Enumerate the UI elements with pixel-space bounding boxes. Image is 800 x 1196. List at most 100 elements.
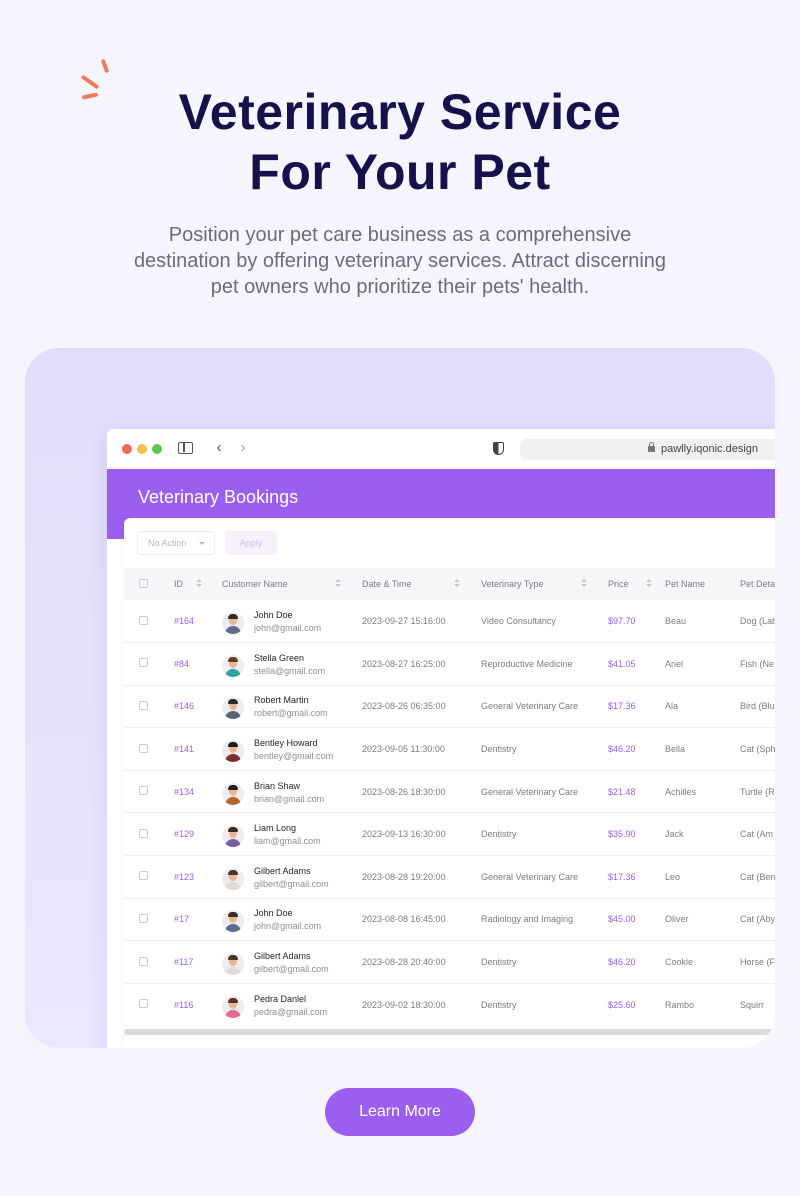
booking-id[interactable]: #141 xyxy=(174,727,222,771)
column-header-price[interactable]: Price xyxy=(608,568,665,600)
row-checkbox[interactable] xyxy=(139,615,148,625)
row-checkbox[interactable] xyxy=(139,658,148,668)
customer-cell: Gilbert Adams gilbert@gmail.com xyxy=(222,940,362,984)
booking-datetime: 2023-08-27 16:25:00 xyxy=(362,642,481,686)
learn-more-button[interactable]: Learn More xyxy=(325,1088,475,1136)
customer-email: robert@gmail.com xyxy=(254,708,328,719)
row-select-cell xyxy=(124,855,174,899)
row-checkbox[interactable] xyxy=(139,743,148,753)
pet-name: Jack xyxy=(665,812,740,857)
customer-name: Bentley Howard xyxy=(254,738,318,749)
avatar xyxy=(222,825,244,848)
hero-description: Position your pet care business as a com… xyxy=(133,224,667,298)
bulk-action-select[interactable]: No Action xyxy=(137,531,215,555)
column-header-id[interactable]: ID xyxy=(174,568,222,600)
pet-detail: Cat (Am xyxy=(740,812,775,857)
customer-email: pedra@gmail.com xyxy=(254,1006,328,1017)
table-row[interactable]: #84 Stella Green stella@gmail.com 2023-08-2… xyxy=(124,642,775,686)
table-row[interactable]: #134 Brian Shaw brian@gmail.com 2023-08-26 … xyxy=(124,770,775,814)
row-checkbox[interactable] xyxy=(139,871,148,881)
booking-id[interactable]: #116 xyxy=(174,983,222,1027)
forward-arrow-icon[interactable]: › xyxy=(234,439,252,457)
booking-datetime: 2023-09-05 11:30:00 xyxy=(362,727,481,771)
avatar xyxy=(222,782,244,805)
table-row[interactable]: #141 Bentley Howard bentley@gmail.com 2023-… xyxy=(124,727,775,771)
apply-button[interactable]: Apply xyxy=(225,531,277,555)
booking-id[interactable]: #123 xyxy=(174,855,222,899)
pet-detail: Turtle (R xyxy=(740,770,775,814)
booking-id[interactable]: #129 xyxy=(174,812,222,857)
maximize-window-dot-icon[interactable] xyxy=(152,444,162,454)
booking-price: $41.05 xyxy=(608,642,665,686)
close-window-dot-icon[interactable] xyxy=(122,444,132,454)
booking-price: $45.00 xyxy=(608,898,665,942)
customer-email: bentley@gmail.com xyxy=(254,751,334,762)
row-select-cell xyxy=(124,983,174,1027)
veterinary-type: Dentistry xyxy=(481,983,608,1027)
column-header-pet-detail[interactable]: Pet Deta xyxy=(740,568,775,600)
back-arrow-icon[interactable]: ‹ xyxy=(210,439,228,457)
row-checkbox[interactable] xyxy=(139,700,148,710)
bulk-action-select-value: No Action xyxy=(148,538,187,548)
column-header-pet-name[interactable]: Pet Name xyxy=(665,568,740,600)
pet-name: Achilles xyxy=(665,770,740,814)
row-select-cell xyxy=(124,685,174,729)
veterinary-type: General Veterinary Care xyxy=(481,685,608,729)
table-row[interactable]: #17 John Doe john@gmail.com 2023-08-08 16:4… xyxy=(124,898,775,942)
privacy-shield-icon[interactable] xyxy=(490,439,508,457)
select-all-checkbox[interactable] xyxy=(139,578,148,588)
veterinary-type: Dentistry xyxy=(481,727,608,771)
table-row[interactable]: #117 Gilbert Adams gilbert@gmail.com 2023-0… xyxy=(124,940,775,984)
customer-cell: John Doe john@gmail.com xyxy=(222,898,362,942)
pet-detail: Fish (Ne xyxy=(740,642,775,686)
table-row[interactable]: #116 Pedra Danlel pedra@gmail.com 2023-09-0… xyxy=(124,983,775,1027)
table-row[interactable]: #146 Robert Martin robert@gmail.com 2023-08… xyxy=(124,685,775,729)
row-checkbox[interactable] xyxy=(139,828,148,838)
row-checkbox[interactable] xyxy=(139,956,148,966)
sort-icon xyxy=(581,579,587,589)
booking-datetime: 2023-08-28 19:20:00 xyxy=(362,855,481,899)
booking-id[interactable]: #84 xyxy=(174,642,222,686)
row-checkbox[interactable] xyxy=(139,786,148,796)
customer-cell: Liam Long liam@gmail.com xyxy=(222,812,362,857)
column-header-veterinary-type[interactable]: Veterinary Type xyxy=(481,568,608,600)
booking-datetime: 2023-09-02 18:30:00 xyxy=(362,983,481,1027)
row-checkbox[interactable] xyxy=(139,913,148,923)
veterinary-type: Reproductive Medicine xyxy=(481,642,608,686)
booking-id[interactable]: #134 xyxy=(174,770,222,814)
horizontal-scrollbar[interactable] xyxy=(124,1029,775,1035)
customer-name: Brian Shaw xyxy=(254,780,301,791)
sidebar-toggle-icon[interactable] xyxy=(177,439,195,457)
address-bar[interactable]: pawlly.iqonic.design xyxy=(520,439,775,460)
row-select-cell xyxy=(124,940,174,984)
address-bar-url: pawlly.iqonic.design xyxy=(661,443,759,455)
booking-datetime: 2023-08-08 16:45:00 xyxy=(362,898,481,942)
row-checkbox[interactable] xyxy=(139,999,148,1009)
table-row[interactable]: #123 Gilbert Adams gilbert@gmail.com 2023-0… xyxy=(124,855,775,899)
customer-cell: John Doe john@gmail.com xyxy=(222,600,362,644)
minimize-window-dot-icon[interactable] xyxy=(137,444,147,454)
avatar xyxy=(222,995,244,1018)
customer-email: john@gmail.com xyxy=(254,623,322,634)
booking-id[interactable]: #117 xyxy=(174,940,222,984)
pet-detail: Bird (Blu xyxy=(740,685,775,729)
booking-id[interactable]: #146 xyxy=(174,685,222,729)
sort-icon xyxy=(335,579,341,589)
column-header-customer[interactable]: Customer Name xyxy=(222,568,362,600)
avatar xyxy=(222,867,244,890)
column-header-datetime[interactable]: Date & Time xyxy=(362,568,481,600)
hero-title-line-1: Veterinary Service xyxy=(178,84,622,140)
booking-id[interactable]: #164 xyxy=(174,600,222,644)
customer-email: gilbert@gmail.com xyxy=(254,878,329,889)
booking-price: $17.36 xyxy=(608,855,665,899)
browser-window: ‹ › pawlly.iqonic.design Veterinary Book… xyxy=(107,429,775,1048)
customer-email: liam@gmail.com xyxy=(254,836,321,847)
booking-datetime: 2023-09-13 16:30:00 xyxy=(362,812,481,857)
avatar xyxy=(222,910,244,933)
table-row[interactable]: #129 Liam Long liam@gmail.com 2023-09-13 16… xyxy=(124,812,775,857)
table-body: #164 John Doe john@gmail.com 2023-09-27 15:… xyxy=(124,600,775,1027)
table-row[interactable]: #164 John Doe john@gmail.com 2023-09-27 15:… xyxy=(124,600,775,644)
table-header-row: ID Customer Name Date & Time Veterinary … xyxy=(124,568,775,600)
sort-icon xyxy=(196,579,202,589)
booking-id[interactable]: #17 xyxy=(174,898,222,942)
